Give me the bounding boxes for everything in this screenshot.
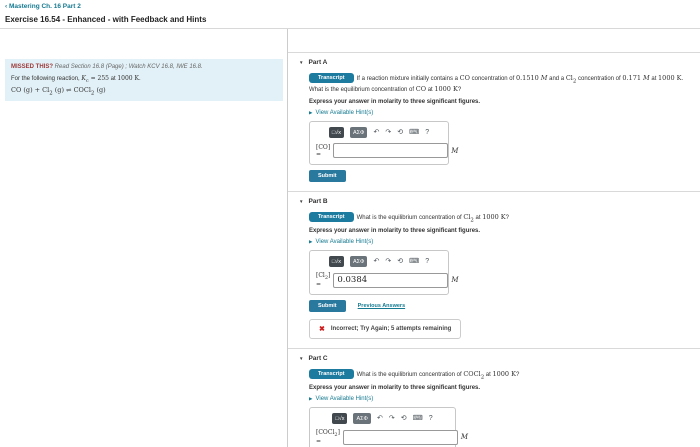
unit-label: M — [451, 146, 459, 155]
part-a-header[interactable]: ▼ Part A — [299, 59, 690, 66]
missed-this-label: MISSED THIS? — [11, 64, 54, 70]
submit-button[interactable]: Submit — [309, 170, 346, 182]
transcript-button[interactable]: Transcript — [309, 212, 354, 222]
undo-icon[interactable]: ↶ — [373, 129, 379, 136]
question-text: What is the equilibrium concentration of… — [356, 212, 509, 223]
kcv-link[interactable]: KCV 16.8 — [147, 64, 173, 70]
keyboard-icon[interactable]: ⌨ — [409, 129, 419, 136]
incorrect-feedback: ✖ Incorrect; Try Again; 5 attempts remai… — [309, 319, 462, 340]
editor-toolbar: □√x ΑΣΦ ↶ ↷ ⟲ ⌨ ? — [316, 413, 449, 425]
problem-intro-panel: MISSED THIS? Read Section 16.8 (Page) ; … — [0, 29, 288, 447]
intro-infobox: MISSED THIS? Read Section 16.8 (Page) ; … — [5, 59, 283, 102]
part-b-header[interactable]: ▼ Part B — [299, 198, 690, 205]
page-header: ‹ Mastering Ch. 16 Part 2 Exercise 16.54… — [0, 0, 700, 29]
hints-triangle-icon: ▶ — [309, 239, 313, 244]
redo-icon[interactable]: ↷ — [385, 129, 391, 136]
help-icon[interactable]: ? — [425, 258, 429, 265]
part-b-section: ▼ Part B Transcript What is the equilibri… — [288, 191, 700, 348]
answer-label: [CO] = — [316, 143, 331, 158]
hints-link[interactable]: ▶ View Available Hint(s) — [309, 110, 690, 116]
answer-label: [COCl2] = — [316, 429, 340, 446]
part-a-question: Transcript If a reaction mixture initiall… — [309, 73, 690, 95]
parts-panel: ▼ Part A Transcript If a reaction mixture… — [288, 29, 700, 447]
greek-symbols-button[interactable]: ΑΣΦ — [353, 413, 371, 425]
redo-icon[interactable]: ↷ — [385, 258, 391, 265]
unit-label: M — [451, 276, 459, 285]
period: . — [201, 64, 203, 70]
undo-icon[interactable]: ↶ — [373, 258, 379, 265]
help-icon[interactable]: ? — [429, 415, 433, 422]
equation-editor: □√x ΑΣΦ ↶ ↷ ⟲ ⌨ ? [CO] = M — [309, 121, 458, 165]
reset-icon[interactable]: ⟲ — [397, 258, 403, 265]
part-c-header[interactable]: ▼ Part C — [299, 355, 690, 362]
editor-toolbar: □√x ΑΣΦ ↶ ↷ ⟲ ⌨ ? — [316, 127, 442, 138]
question-text: If a reaction mixture initially contains… — [309, 73, 684, 93]
answer-label: [Cl2] = — [316, 272, 331, 289]
answer-input[interactable] — [333, 143, 449, 158]
back-link[interactable]: ‹ Mastering Ch. 16 Part 2 — [5, 3, 700, 10]
greek-symbols-button[interactable]: ΑΣΦ — [349, 127, 368, 138]
collapse-icon: ▼ — [299, 199, 304, 204]
hints-label: View Available Hint(s) — [315, 110, 374, 116]
reset-icon[interactable]: ⟲ — [397, 129, 403, 136]
equation-editor: □√x ΑΣΦ ↶ ↷ ⟲ ⌨ ? [Cl2] = M — [309, 250, 459, 296]
question-text: What is the equilibrium concentration of… — [356, 369, 520, 381]
unit-label: M — [460, 433, 469, 442]
undo-icon[interactable]: ↶ — [377, 415, 383, 422]
keyboard-icon[interactable]: ⌨ — [409, 258, 419, 265]
reset-icon[interactable]: ⟲ — [401, 415, 407, 422]
part-c-section: ▼ Part C Transcript What is the equilibri… — [288, 348, 700, 447]
kc-statement: For the following reaction, Kc = 255 at … — [11, 75, 141, 85]
page-title: Exercise 16.54 - Enhanced - with Feedbac… — [5, 15, 207, 24]
transcript-button[interactable]: Transcript — [309, 369, 354, 380]
help-icon[interactable]: ? — [425, 129, 429, 136]
previous-answers-link[interactable]: Previous Answers — [358, 303, 405, 309]
part-c-label: Part C — [308, 355, 328, 363]
part-a-section: ▼ Part A Transcript If a reaction mixture… — [288, 52, 700, 191]
part-c-question: Transcript What is the equilibrium concen… — [309, 369, 690, 381]
math-templates-button[interactable]: □√x — [328, 256, 344, 267]
collapse-icon: ▼ — [299, 60, 304, 65]
greek-symbols-button[interactable]: ΑΣΦ — [349, 256, 368, 267]
chemical-equation: CO (g) + Cl2 (g) ⇌ COCl2 (g) — [11, 86, 106, 97]
collapse-icon: ▼ — [299, 356, 304, 362]
feedback-text: Incorrect; Try Again; 5 attempts remaini… — [330, 326, 452, 333]
hints-label: View Available Hint(s) — [315, 239, 374, 245]
answer-input[interactable] — [333, 272, 449, 288]
answer-input[interactable] — [342, 429, 458, 445]
editor-toolbar: □√x ΑΣΦ ↶ ↷ ⟲ ⌨ ? — [316, 256, 442, 267]
redo-icon[interactable]: ↷ — [389, 415, 395, 422]
hints-link[interactable]: ▶ View Available Hint(s) — [309, 239, 690, 245]
submit-button[interactable]: Submit — [309, 300, 346, 313]
math-templates-button[interactable]: □√x — [332, 413, 348, 425]
keyboard-icon[interactable]: ⌨ — [413, 415, 423, 422]
part-b-label: Part B — [308, 198, 328, 205]
error-x-icon: ✖ — [319, 326, 325, 334]
part-b-question: Transcript What is the equilibrium concen… — [309, 212, 690, 224]
missed-this-line: MISSED THIS? Read Section 16.8 (Page) ; … — [11, 64, 277, 70]
equation-editor: □√x ΑΣΦ ↶ ↷ ⟲ ⌨ ? [COCl2] = M — [309, 407, 468, 447]
hints-triangle-icon: ▶ — [309, 396, 313, 402]
math-templates-button[interactable]: □√x — [328, 127, 344, 138]
part-a-label: Part A — [308, 59, 328, 66]
iwe-link[interactable]: IWE 16.8 — [176, 64, 201, 70]
hints-link[interactable]: ▶ View Available Hint(s) — [309, 396, 690, 402]
express-instruction: Express your answer in molarity to three… — [309, 99, 481, 105]
hints-label: View Available Hint(s) — [315, 396, 374, 403]
express-instruction: Express your answer in molarity to three… — [309, 228, 481, 234]
transcript-button[interactable]: Transcript — [309, 73, 354, 83]
read-watch-text: Read Section 16.8 (Page) ; Watch — [53, 64, 148, 70]
hints-triangle-icon: ▶ — [309, 110, 313, 115]
express-instruction: Express your answer in molarity to three… — [309, 385, 481, 392]
